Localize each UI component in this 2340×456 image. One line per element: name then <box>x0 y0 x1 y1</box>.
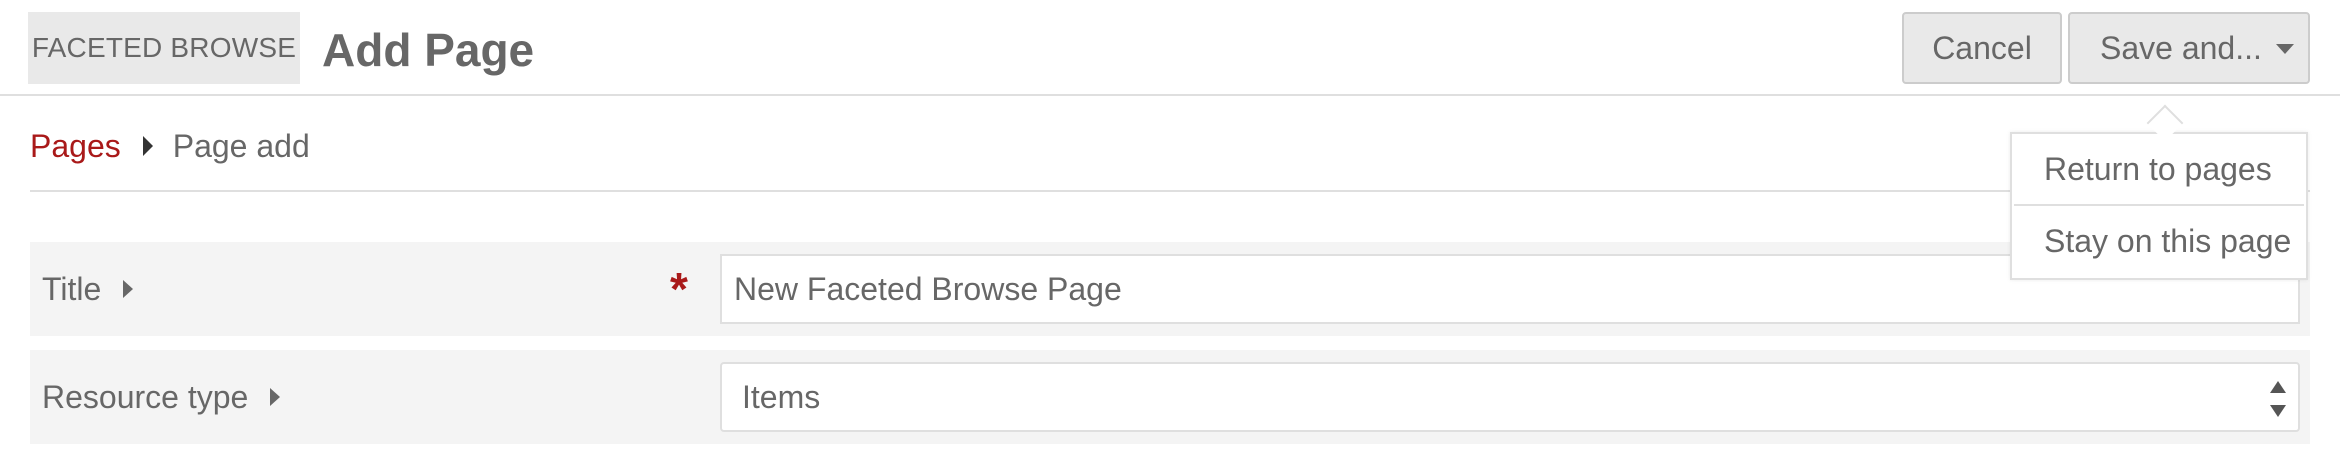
menu-item-return-to-pages[interactable]: Return to pages <box>2014 134 2304 204</box>
resource-type-label-toggle[interactable]: Resource type <box>42 350 281 444</box>
select-arrows-icon <box>2268 381 2288 417</box>
title-label-toggle[interactable]: Title <box>42 242 134 336</box>
caret-right-icon <box>123 280 134 298</box>
breadcrumb: Pages Page add <box>30 124 310 168</box>
required-asterisk-icon: * <box>670 263 688 315</box>
cancel-button[interactable]: Cancel <box>1902 12 2062 84</box>
title-field-row: Title * <box>30 242 2310 336</box>
caret-right-icon <box>142 136 153 156</box>
title-label: Title <box>42 270 102 307</box>
breadcrumb-link-pages[interactable]: Pages <box>30 128 121 165</box>
page-title: Add Page <box>322 24 535 76</box>
menu-item-stay-on-this-page[interactable]: Stay on this page <box>2014 206 2304 276</box>
resource-type-label: Resource type <box>42 378 249 415</box>
resource-type-field-row: Resource type Items <box>30 350 2310 444</box>
save-and-label: Save and... <box>2100 29 2262 66</box>
save-options-menu: Return to pages Stay on this page <box>2010 132 2308 280</box>
resource-type-selected-value: Items <box>742 378 821 415</box>
resource-type-select[interactable]: Items <box>720 362 2300 432</box>
breadcrumb-divider <box>30 190 2310 192</box>
caret-down-icon <box>2275 44 2294 54</box>
page-header: FACETED BROWSE Add Page Cancel Save and.… <box>0 0 2340 96</box>
breadcrumb-current: Page add <box>172 127 310 164</box>
caret-right-icon <box>270 388 281 406</box>
module-badge: FACETED BROWSE <box>28 12 300 84</box>
save-and-button[interactable]: Save and... <box>2068 12 2310 84</box>
